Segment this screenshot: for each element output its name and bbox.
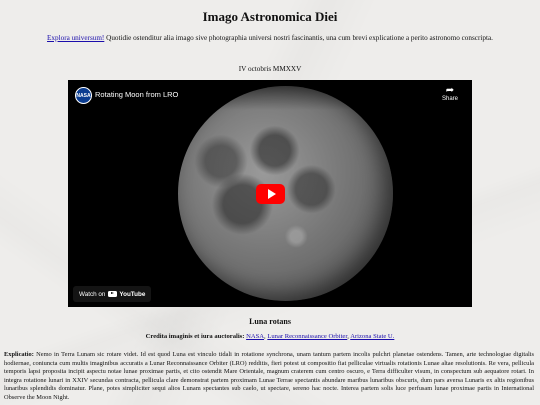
credits: Credita imaginis et iura auctoralis: NAS… xyxy=(145,333,395,340)
video-title[interactable]: Rotating Moon from LRO xyxy=(95,90,178,99)
share-label: Share xyxy=(441,96,458,102)
credits-label: Credita imaginis et iura auctoralis: xyxy=(145,333,245,340)
credit-link-asu[interactable]: Arizona State U. xyxy=(350,333,394,340)
play-button[interactable] xyxy=(256,184,285,204)
intro-text: Quotidie ostenditur alia imago sive phot… xyxy=(104,34,493,42)
credit-link-lro[interactable]: Lunar Reconnaissance Orbiter xyxy=(267,333,347,340)
watch-on-youtube-button[interactable]: Watch on YouTube xyxy=(73,286,152,302)
credit-link-nasa[interactable]: NASA xyxy=(246,333,264,340)
explore-link[interactable]: Explora universum! xyxy=(47,34,104,42)
youtube-icon xyxy=(108,291,118,297)
video-player[interactable]: NASA Rotating Moon from LRO ➦ Share Watc… xyxy=(68,80,472,307)
moon-image xyxy=(178,86,393,301)
share-button[interactable]: ➦ Share xyxy=(438,85,462,103)
youtube-logo: YouTube xyxy=(108,291,145,298)
nasa-logo-icon[interactable]: NASA xyxy=(75,87,92,104)
explanation-text: Nemo in Terra Lunam sic rotare videt. Id… xyxy=(4,351,534,401)
intro: Explora universum! Quotidie ostenditur a… xyxy=(0,34,540,43)
date-label: IV octobris MMXXV xyxy=(238,65,302,73)
page-title: Imago Astronomica Diei xyxy=(202,9,338,24)
watch-on-label: Watch on xyxy=(79,290,106,298)
caption-title: Luna rotans xyxy=(249,317,291,326)
explanation: Explicatio: Nemo in Terra Lunam sic rota… xyxy=(4,351,534,403)
share-icon: ➦ xyxy=(445,85,455,96)
youtube-label: YouTube xyxy=(119,290,146,298)
explanation-label: Explicatio: xyxy=(4,351,34,358)
